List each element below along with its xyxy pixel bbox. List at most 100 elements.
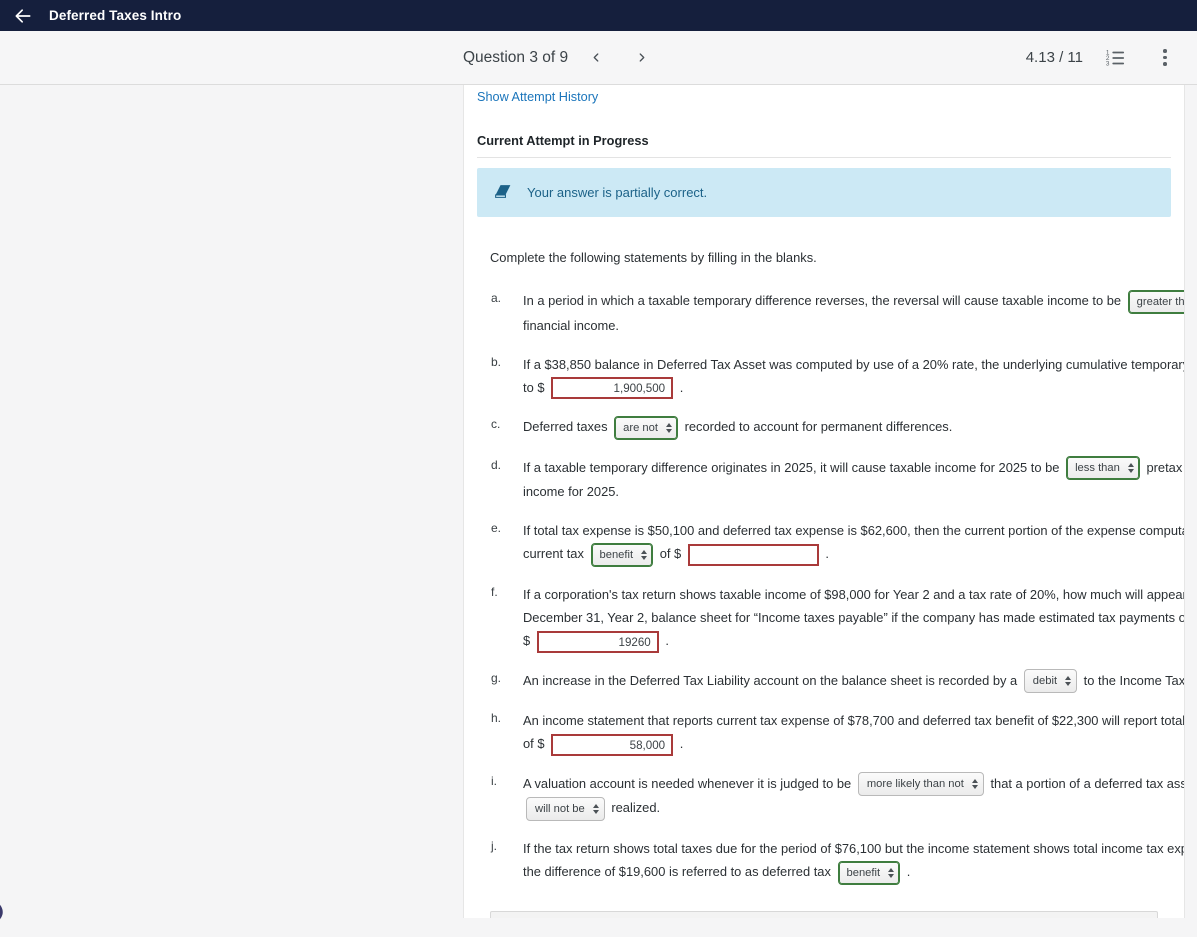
question-items-list: a. In a period in which a taxable tempor… [477, 289, 1184, 885]
dropdown-value: more likely than not [866, 778, 964, 791]
dropdown-g1[interactable]: debit [1023, 669, 1078, 694]
question-item-i: i. A valuation account is needed wheneve… [477, 772, 1184, 821]
item-line: Deferred taxes are not recorded to accou… [523, 415, 1171, 440]
text-fragment: current tax [523, 546, 584, 562]
eraser-icon [493, 181, 513, 204]
toolbar-right: 4.13 / 11 1 2 3 [1026, 31, 1183, 84]
chat-assistant-widget[interactable] [0, 884, 40, 932]
text-fragment: the difference of $19,600 is referred to… [523, 863, 831, 879]
show-attempt-history-link[interactable]: Show Attempt History [477, 90, 598, 104]
item-body: An income statement that reports current… [523, 709, 1184, 756]
text-fragment: realized. [611, 800, 661, 816]
page-body: Show Attempt History Current Attempt in … [0, 85, 1197, 920]
item-body: If total tax expense is $50,100 and defe… [523, 519, 1184, 567]
item-line: current tax benefit of $ . [523, 542, 1184, 567]
item-body: An increase in the Deferred Tax Liabilit… [523, 669, 1185, 694]
dropdown-i1[interactable]: more likely than not [857, 772, 984, 797]
item-line: If a $38,850 balance in Deferred Tax Ass… [523, 356, 1185, 372]
item-line: December 31, Year 2, balance sheet for “… [523, 609, 1185, 625]
question-item-b: b. If a $38,850 balance in Deferred Tax … [477, 353, 1184, 400]
item-body: If the tax return shows total taxes due … [523, 837, 1184, 885]
text-fragment: If a taxable temporary difference origin… [523, 459, 1060, 475]
item-letter: b. [491, 354, 502, 369]
item-body: Deferred taxes are not recorded to accou… [523, 415, 1171, 440]
item-letter: e. [491, 521, 502, 536]
item-letter: i. [491, 773, 497, 788]
item-line: of $ 58,000 . [523, 732, 1184, 756]
stepper-icon [592, 803, 599, 814]
text-fragment: . [679, 379, 684, 395]
item-letter: h. [491, 711, 502, 726]
item-body: If a corporation's tax return shows taxa… [523, 583, 1185, 653]
text-fragment: . [679, 736, 684, 752]
question-item-g: g. An increase in the Deferred Tax Liabi… [477, 669, 1184, 694]
banner-text: Your answer is partially correct. [527, 185, 708, 200]
item-line: financial income. [523, 317, 620, 333]
numbered-list-icon[interactable]: 1 2 3 [1097, 40, 1133, 76]
item-line: An increase in the Deferred Tax Liabilit… [523, 669, 1185, 694]
svg-text:3: 3 [1106, 60, 1110, 67]
dropdown-a1[interactable]: greater than [1127, 289, 1185, 314]
dropdown-value: greater than [1136, 295, 1185, 308]
question-toolbar: Question 3 of 9 4.13 / 11 1 2 3 [0, 31, 1197, 85]
item-line: A valuation account is needed whenever i… [523, 772, 1185, 797]
app-header: Deferred Taxes Intro [0, 0, 1197, 31]
dropdown-value: are not [623, 421, 658, 434]
dropdown-value: debit [1032, 675, 1058, 688]
instructions-text: Complete the following statements by fil… [490, 250, 817, 265]
item-body: If a taxable temporary difference origin… [523, 456, 1184, 504]
current-attempt-title: Current Attempt in Progress [477, 133, 649, 148]
question-item-d: d. If a taxable temporary difference ori… [477, 456, 1184, 504]
stepper-icon [888, 867, 895, 878]
score-display: 4.13 / 11 [1025, 49, 1083, 66]
answer-input-e[interactable] [687, 543, 819, 566]
item-letter: g. [491, 670, 502, 685]
next-question-icon[interactable] [624, 40, 660, 76]
previous-question-icon[interactable] [578, 40, 614, 76]
kebab-dot [1163, 49, 1167, 53]
stepper-icon [1065, 676, 1072, 687]
item-line: In a period in which a taxable temporary… [523, 289, 1185, 314]
item-letter: j. [491, 838, 497, 853]
dropdown-d1[interactable]: less than [1066, 456, 1140, 481]
item-letter: a. [491, 291, 502, 305]
text-fragment: . [665, 632, 669, 648]
dropdown-i2[interactable]: will not be [526, 796, 605, 821]
answer-input-h[interactable]: 58,000 [551, 733, 674, 756]
item-line: will not be realized. [523, 796, 1184, 821]
back-arrow-icon[interactable] [10, 3, 36, 29]
text-fragment: $ [523, 632, 531, 648]
answer-input-f[interactable]: 19260 [536, 630, 659, 653]
text-fragment: pretax financial [1146, 459, 1184, 475]
etextbook-and-media-bar[interactable]: eTextbook and Media [490, 910, 1158, 918]
item-letter: c. [491, 417, 501, 432]
divider [477, 157, 1171, 158]
item-line: If a corporation's tax return shows taxa… [523, 586, 1185, 602]
text-fragment: Deferred taxes [523, 419, 608, 435]
item-letter: f. [491, 584, 498, 599]
stepper-icon [665, 422, 672, 433]
item-letter: d. [491, 457, 502, 472]
item-line: to $ 1,900,500 . [523, 376, 1184, 400]
dropdown-j1[interactable]: benefit [837, 860, 901, 885]
item-line: income for 2025. [523, 484, 620, 500]
question-counter: Question 3 of 9 [463, 48, 569, 66]
answer-input-b[interactable]: 1,900,500 [551, 377, 674, 400]
text-fragment: of $ [523, 736, 545, 752]
item-line: If the tax return shows total taxes due … [523, 840, 1184, 856]
stepper-icon [641, 549, 648, 560]
dropdown-value: benefit [846, 866, 881, 879]
text-fragment: that a portion of a deferred tax asset [990, 775, 1185, 791]
question-panel: Show Attempt History Current Attempt in … [463, 85, 1185, 918]
item-line: the difference of $19,600 is referred to… [523, 860, 1184, 885]
stepper-icon [971, 779, 978, 790]
dropdown-c1[interactable]: are not [614, 415, 678, 440]
text-fragment: An increase in the Deferred Tax Liabilit… [523, 672, 1018, 688]
question-nav: Question 3 of 9 [463, 40, 660, 76]
dropdown-value: will not be [535, 802, 585, 815]
text-fragment: . [825, 546, 829, 562]
text-fragment: to the Income Tax Expense account [1083, 672, 1185, 688]
question-item-j: j. If the tax return shows total taxes d… [477, 837, 1184, 885]
more-vertical-icon[interactable] [1147, 40, 1183, 76]
dropdown-e1[interactable]: benefit [590, 542, 654, 567]
